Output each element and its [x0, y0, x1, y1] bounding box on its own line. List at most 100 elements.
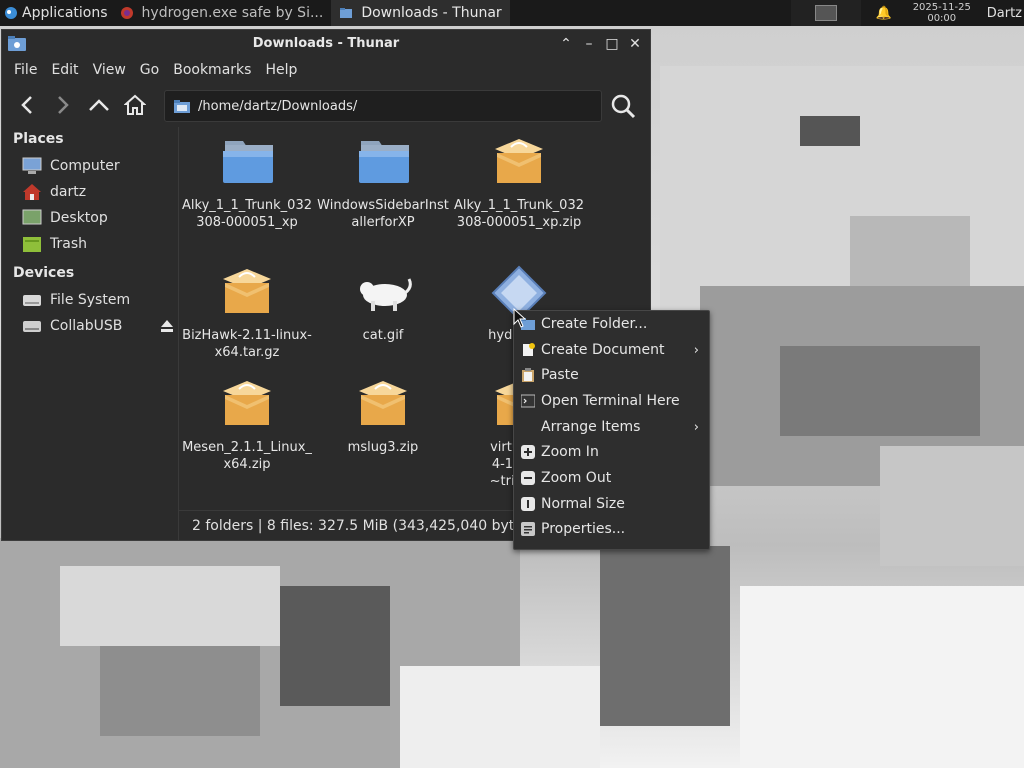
zoom-in-icon	[521, 445, 535, 460]
sidebar-item-label: Trash	[50, 236, 87, 252]
file-manager-icon	[8, 36, 26, 51]
menu-item-create-folder[interactable]: Create Folder...	[514, 311, 709, 337]
menu-file[interactable]: File	[7, 62, 44, 78]
sidebar-item-label: CollabUSB	[50, 318, 123, 334]
workspace-1[interactable]	[814, 5, 837, 21]
cat-image-icon	[360, 278, 412, 311]
file-name: Alky_1_1_Trunk_032308-000051_xp	[182, 198, 312, 230]
file-item[interactable]: Mesen_2.1.1_Linux_x64.zip	[179, 377, 315, 473]
menu-item-label: Paste	[541, 367, 579, 384]
file-item[interactable]: Alky_1_1_Trunk_032308-000051_xp.zip	[451, 135, 587, 231]
submenu-arrow-icon: ›	[693, 342, 699, 358]
file-item[interactable]: WindowsSidebarInstallerforXP	[315, 135, 451, 231]
applications-label: Applications	[22, 5, 108, 21]
search-icon[interactable]	[610, 93, 636, 119]
archive-box-icon	[495, 139, 543, 183]
sidebar-item-label: Computer	[50, 158, 120, 174]
clock-time: 00:00	[927, 13, 957, 24]
menu-edit[interactable]: Edit	[44, 62, 85, 78]
menu-item-label: Open Terminal Here	[541, 392, 680, 409]
terminal-icon	[521, 394, 535, 408]
applications-menu-button[interactable]: Applications	[0, 0, 112, 26]
menu-help[interactable]: Help	[258, 62, 304, 78]
menu-item-create-document[interactable]: Create Document ›	[514, 337, 709, 363]
normal-size-icon	[521, 496, 535, 511]
menu-item-label: Zoom Out	[541, 469, 612, 486]
menu-item-label: Create Document	[541, 341, 665, 358]
menu-item-zoom-out[interactable]: Zoom Out	[514, 465, 709, 491]
mouse-pointer-icon	[513, 308, 527, 328]
window-close-button[interactable]: ✕	[626, 35, 644, 53]
file-item[interactable]: Alky_1_1_Trunk_032308-000051_xp	[179, 135, 315, 231]
archive-box-icon	[223, 381, 271, 425]
file-item[interactable]: mslug3.zip	[315, 377, 451, 456]
sidebar-item-dartz[interactable]: dartz	[2, 179, 178, 205]
parent-folder-button[interactable]	[86, 92, 112, 118]
usb-drive-icon	[23, 321, 41, 332]
sidebar-item-desktop[interactable]: Desktop	[2, 205, 178, 231]
location-input[interactable]	[196, 97, 600, 115]
new-document-icon	[523, 342, 535, 356]
file-name: Alky_1_1_Trunk_032308-000051_xp.zip	[454, 198, 584, 230]
window-titlebar[interactable]: Downloads - Thunar ⌃ – □ ✕	[2, 30, 650, 57]
devices-header: Devices	[13, 265, 75, 281]
trash-icon	[23, 237, 41, 252]
sidebar-item-filesystem[interactable]: File System	[2, 287, 178, 313]
home-icon	[23, 184, 41, 200]
sidebar-item-trash[interactable]: Trash	[2, 231, 178, 257]
location-bar[interactable]	[164, 90, 602, 122]
folder-icon	[174, 99, 190, 113]
menu-item-paste[interactable]: Paste	[514, 362, 709, 388]
window-shade-button[interactable]: ⌃	[557, 35, 575, 53]
file-item[interactable]: cat.gif	[315, 265, 451, 344]
home-button[interactable]	[122, 92, 148, 118]
file-name: Mesen_2.1.1_Linux_x64.zip	[182, 440, 312, 472]
file-name: WindowsSidebarInstallerforXP	[317, 198, 449, 230]
menu-item-properties[interactable]: Properties...	[514, 517, 709, 543]
menu-item-open-terminal[interactable]: Open Terminal Here	[514, 388, 709, 414]
file-name: BizHawk-2.11-linux-x64.tar.gz	[182, 328, 312, 360]
context-menu: Create Folder... Create Document › Paste…	[513, 310, 710, 550]
places-header: Places	[13, 131, 64, 147]
home-icon	[124, 94, 146, 115]
menu-view[interactable]: View	[86, 62, 133, 78]
file-name: cat.gif	[362, 328, 404, 343]
toolbar	[2, 83, 650, 127]
drive-icon	[23, 295, 41, 306]
folder-icon	[223, 141, 273, 183]
menu-go[interactable]: Go	[133, 62, 166, 78]
sidebar-item-collabusb[interactable]: CollabUSB	[2, 313, 178, 339]
eject-icon[interactable]	[160, 319, 174, 333]
window-maximize-button[interactable]: □	[603, 35, 621, 53]
sidebar-item-label: dartz	[50, 184, 87, 200]
menu-item-icon-placeholder	[521, 420, 535, 434]
up-arrow-icon	[89, 99, 109, 111]
sidebar-item-computer[interactable]: Computer	[2, 153, 178, 179]
notification-bell-icon[interactable]: 🔔	[873, 6, 895, 21]
window-minimize-button[interactable]: –	[580, 35, 598, 53]
submenu-arrow-icon: ›	[693, 419, 699, 435]
back-button[interactable]	[14, 92, 40, 118]
menubar: File Edit View Go Bookmarks Help	[2, 57, 650, 83]
taskbar-item-label: hydrogen.exe safe by Si...	[141, 5, 324, 21]
menu-bookmarks[interactable]: Bookmarks	[166, 62, 258, 78]
menu-item-zoom-in[interactable]: Zoom In	[514, 439, 709, 465]
menu-item-label: Create Folder...	[541, 315, 648, 332]
forward-arrow-icon	[58, 96, 69, 114]
file-item[interactable]: BizHawk-2.11-linux-x64.tar.gz	[179, 265, 315, 361]
sidebar: Places Computer dartz Desktop Trash Devi…	[2, 127, 179, 540]
menu-item-normal-size[interactable]: Normal Size	[514, 491, 709, 517]
back-arrow-icon	[21, 96, 32, 114]
forward-button[interactable]	[50, 92, 76, 118]
folder-icon	[359, 141, 409, 183]
workspace-switcher[interactable]	[790, 0, 861, 26]
menu-item-label: Properties...	[541, 521, 626, 538]
clock[interactable]: 2025-11-25 00:00	[907, 2, 977, 24]
taskbar-item-browser[interactable]: hydrogen.exe safe by Si...	[112, 0, 332, 26]
menu-item-label: Zoom In	[541, 444, 599, 461]
taskbar-item-thunar[interactable]: Downloads - Thunar	[331, 0, 510, 26]
menu-item-arrange-items[interactable]: Arrange Items ›	[514, 414, 709, 440]
taskbar-item-label: Downloads - Thunar	[361, 5, 502, 21]
clock-date: 2025-11-25	[912, 2, 971, 13]
user-menu[interactable]: Dartz	[977, 6, 1024, 21]
